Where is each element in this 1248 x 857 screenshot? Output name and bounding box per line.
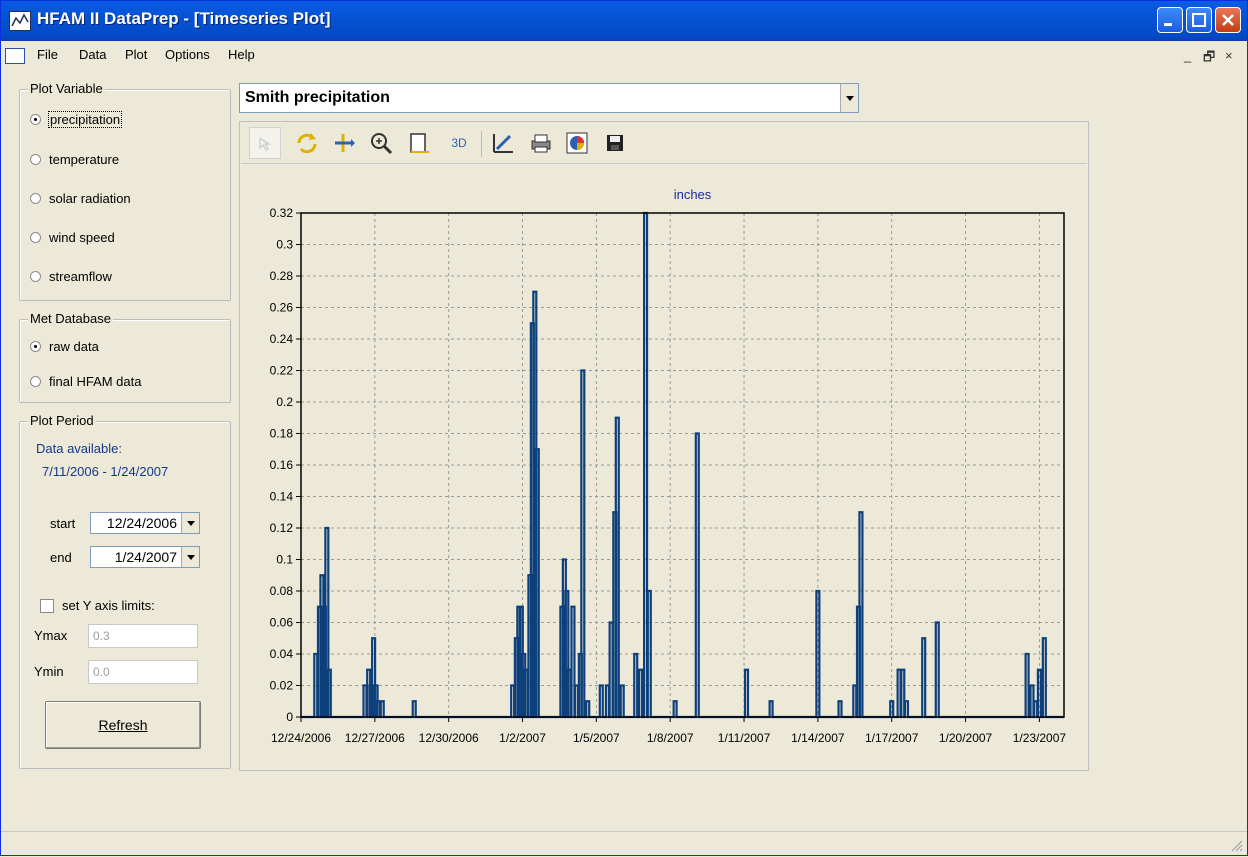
radio-button[interactable] xyxy=(30,114,41,125)
pointer-tool[interactable] xyxy=(249,127,281,159)
app-logo-icon xyxy=(11,13,29,27)
close-icon xyxy=(1222,14,1234,26)
end-date-value: 1/24/2007 xyxy=(114,549,177,565)
menu-file[interactable]: File xyxy=(37,47,58,62)
radio-label: temperature xyxy=(49,152,120,167)
save-icon xyxy=(607,135,623,151)
window-title: HFAM II DataPrep - [Timeseries Plot] xyxy=(37,9,331,28)
radio-button[interactable] xyxy=(30,376,41,387)
status-bar xyxy=(1,831,1247,856)
menu-data[interactable]: Data xyxy=(79,47,106,62)
radio-streamflow[interactable]: streamflow xyxy=(30,269,112,284)
move-tool[interactable] xyxy=(331,131,355,155)
zoom-icon xyxy=(371,133,393,155)
rotate-tool[interactable] xyxy=(295,131,319,155)
y-limits-checkbox[interactable] xyxy=(40,599,54,613)
zoom-tool[interactable] xyxy=(369,131,393,155)
radio-final-hfam-data[interactable]: final HFAM data xyxy=(30,374,142,389)
3d-tool[interactable]: 3D xyxy=(447,131,471,155)
ymin-label: Ymin xyxy=(34,664,64,679)
chart-toolbar: 3D xyxy=(241,123,1087,164)
series-select-value: Smith precipitation xyxy=(245,89,390,106)
mdi-minimize-button[interactable]: _ xyxy=(1184,48,1191,63)
app-window: HFAM II DataPrep - [Timeseries Plot] Fil… xyxy=(0,0,1248,856)
plot-panel xyxy=(239,121,1089,771)
mdi-close-button[interactable]: × xyxy=(1225,48,1233,63)
save-tool[interactable] xyxy=(603,131,627,155)
plot-variable-legend: Plot Variable xyxy=(28,81,105,96)
frame-tool[interactable] xyxy=(407,131,431,155)
title-bar[interactable]: HFAM II DataPrep - [Timeseries Plot] xyxy=(1,1,1247,41)
maximize-icon xyxy=(1192,13,1206,27)
chevron-down-icon[interactable] xyxy=(181,547,199,567)
refresh-label: Refresh xyxy=(98,717,148,733)
maximize-button[interactable] xyxy=(1186,7,1212,33)
series-select[interactable]: Smith precipitation xyxy=(239,83,859,113)
rotate-icon xyxy=(297,133,317,154)
plot-period-legend: Plot Period xyxy=(28,413,96,428)
document-icon[interactable] xyxy=(5,48,25,64)
y-limits-label: set Y axis limits: xyxy=(62,598,155,613)
radio-label: final HFAM data xyxy=(49,374,142,389)
radio-button[interactable] xyxy=(30,271,41,282)
met-database-legend: Met Database xyxy=(28,311,113,326)
print-tool[interactable] xyxy=(529,131,553,155)
ymin-input[interactable]: 0.0 xyxy=(88,660,198,684)
mdi-restore-button[interactable]: 🗗 xyxy=(1203,48,1215,70)
data-available-range: 7/11/2006 - 1/24/2007 xyxy=(42,464,169,479)
app-icon[interactable] xyxy=(9,11,31,31)
radio-label: raw data xyxy=(49,339,99,354)
close-button[interactable] xyxy=(1215,7,1241,33)
radio-temperature[interactable]: temperature xyxy=(30,152,119,167)
chevron-down-icon[interactable] xyxy=(840,84,858,112)
frame-icon xyxy=(410,133,429,153)
start-date-value: 12/24/2006 xyxy=(106,515,177,531)
chart-icon xyxy=(566,132,588,154)
pointer-icon xyxy=(259,137,271,151)
edit-tool[interactable] xyxy=(491,131,515,155)
data-available-label: Data available: xyxy=(36,441,122,456)
menu-plot[interactable]: Plot xyxy=(125,47,147,62)
radio-wind-speed[interactable]: wind speed xyxy=(30,230,115,245)
radio-button[interactable] xyxy=(30,341,41,352)
minimize-button[interactable] xyxy=(1157,7,1183,33)
radio-label: streamflow xyxy=(49,269,112,284)
radio-label: solar radiation xyxy=(49,191,131,206)
radio-label: wind speed xyxy=(49,230,115,245)
menu-help[interactable]: Help xyxy=(228,47,255,62)
ymax-input[interactable]: 0.3 xyxy=(88,624,198,648)
radio-precipitation[interactable]: precipitation xyxy=(30,111,123,128)
start-date-select[interactable]: 12/24/2006 xyxy=(90,512,200,534)
end-label: end xyxy=(50,550,72,565)
chart-gallery-tool[interactable] xyxy=(565,131,589,155)
met-database-group: Met Database raw data final HFAM data xyxy=(19,311,231,403)
refresh-button[interactable]: Refresh xyxy=(45,701,201,749)
end-date-select[interactable]: 1/24/2007 xyxy=(90,546,200,568)
menu-options[interactable]: Options xyxy=(165,47,210,62)
ymax-label: Ymax xyxy=(34,628,68,643)
print-icon xyxy=(531,134,551,153)
minimize-icon xyxy=(1164,23,1172,26)
radio-button[interactable] xyxy=(30,154,41,165)
radio-raw-data[interactable]: raw data xyxy=(30,339,99,354)
plot-variable-group: Plot Variable precipitation temperature … xyxy=(19,81,231,301)
radio-label: precipitation xyxy=(47,111,123,128)
toolbar-divider xyxy=(481,131,482,157)
radio-button[interactable] xyxy=(30,232,41,243)
edit-icon xyxy=(493,134,513,153)
menu-bar: File Data Plot Options Help _ 🗗 × xyxy=(1,42,1247,68)
start-label: start xyxy=(50,516,76,531)
resize-grip-icon[interactable] xyxy=(1229,838,1243,852)
radio-button[interactable] xyxy=(30,193,41,204)
radio-solar-radiation[interactable]: solar radiation xyxy=(30,191,131,206)
chevron-down-icon[interactable] xyxy=(181,513,199,533)
3d-icon: 3D xyxy=(451,136,467,150)
move-icon xyxy=(335,134,355,152)
